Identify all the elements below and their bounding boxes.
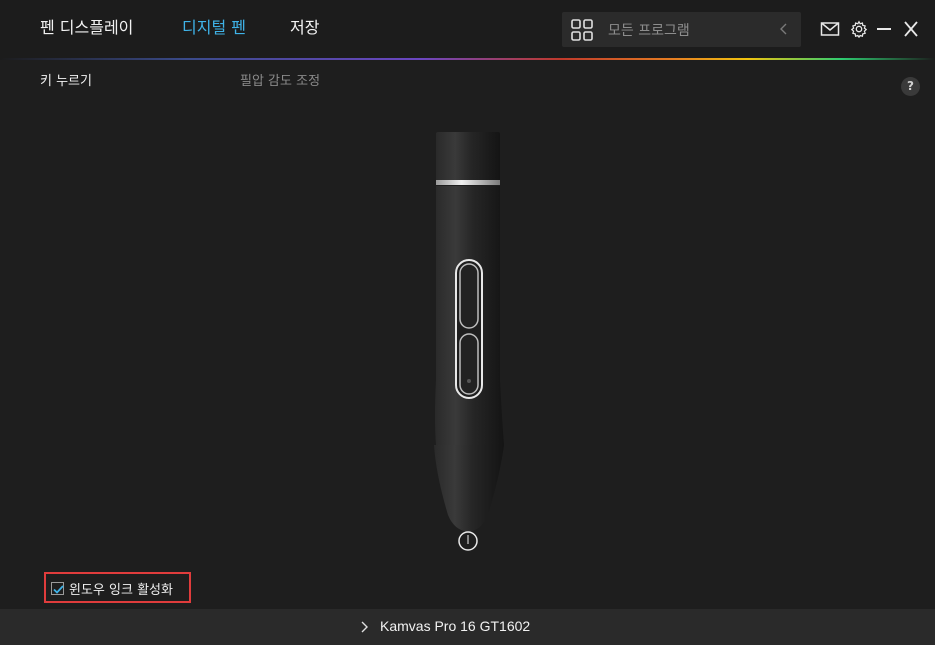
windows-ink-checkbox[interactable]	[51, 582, 64, 595]
device-bar[interactable]: Kamvas Pro 16 GT1602	[0, 609, 935, 645]
check-icon	[53, 585, 64, 594]
top-bar: 펜 디스플레이 디지털 펜 저장 모든 프로그램	[0, 0, 935, 58]
windows-ink-option[interactable]: 윈도우 잉크 활성화	[44, 572, 191, 603]
windows-ink-label: 윈도우 잉크 활성화	[69, 583, 173, 598]
tab-pen-display[interactable]: 펜 디스플레이	[40, 17, 133, 39]
minimize-icon[interactable]	[874, 20, 894, 38]
tab-digital-pen[interactable]: 디지털 펜	[182, 17, 246, 39]
chevron-left-icon[interactable]	[777, 22, 791, 36]
tab-pressure-sensitivity[interactable]: 필압 감도 조정	[240, 73, 320, 91]
tab-key-press[interactable]: 키 누르기	[40, 73, 92, 91]
program-selector-label: 모든 프로그램	[608, 23, 690, 39]
chevron-right-icon[interactable]	[359, 621, 369, 633]
header-divider	[0, 58, 935, 60]
mail-icon[interactable]	[820, 20, 840, 38]
grid-icon	[571, 19, 593, 41]
tab-storage[interactable]: 저장	[290, 17, 319, 39]
close-icon[interactable]	[901, 20, 921, 38]
program-selector[interactable]: 모든 프로그램	[562, 12, 801, 47]
device-name: Kamvas Pro 16 GT1602	[380, 618, 531, 634]
help-icon[interactable]: ?	[901, 77, 920, 96]
pen-image	[434, 132, 504, 551]
gear-icon[interactable]	[849, 20, 869, 38]
